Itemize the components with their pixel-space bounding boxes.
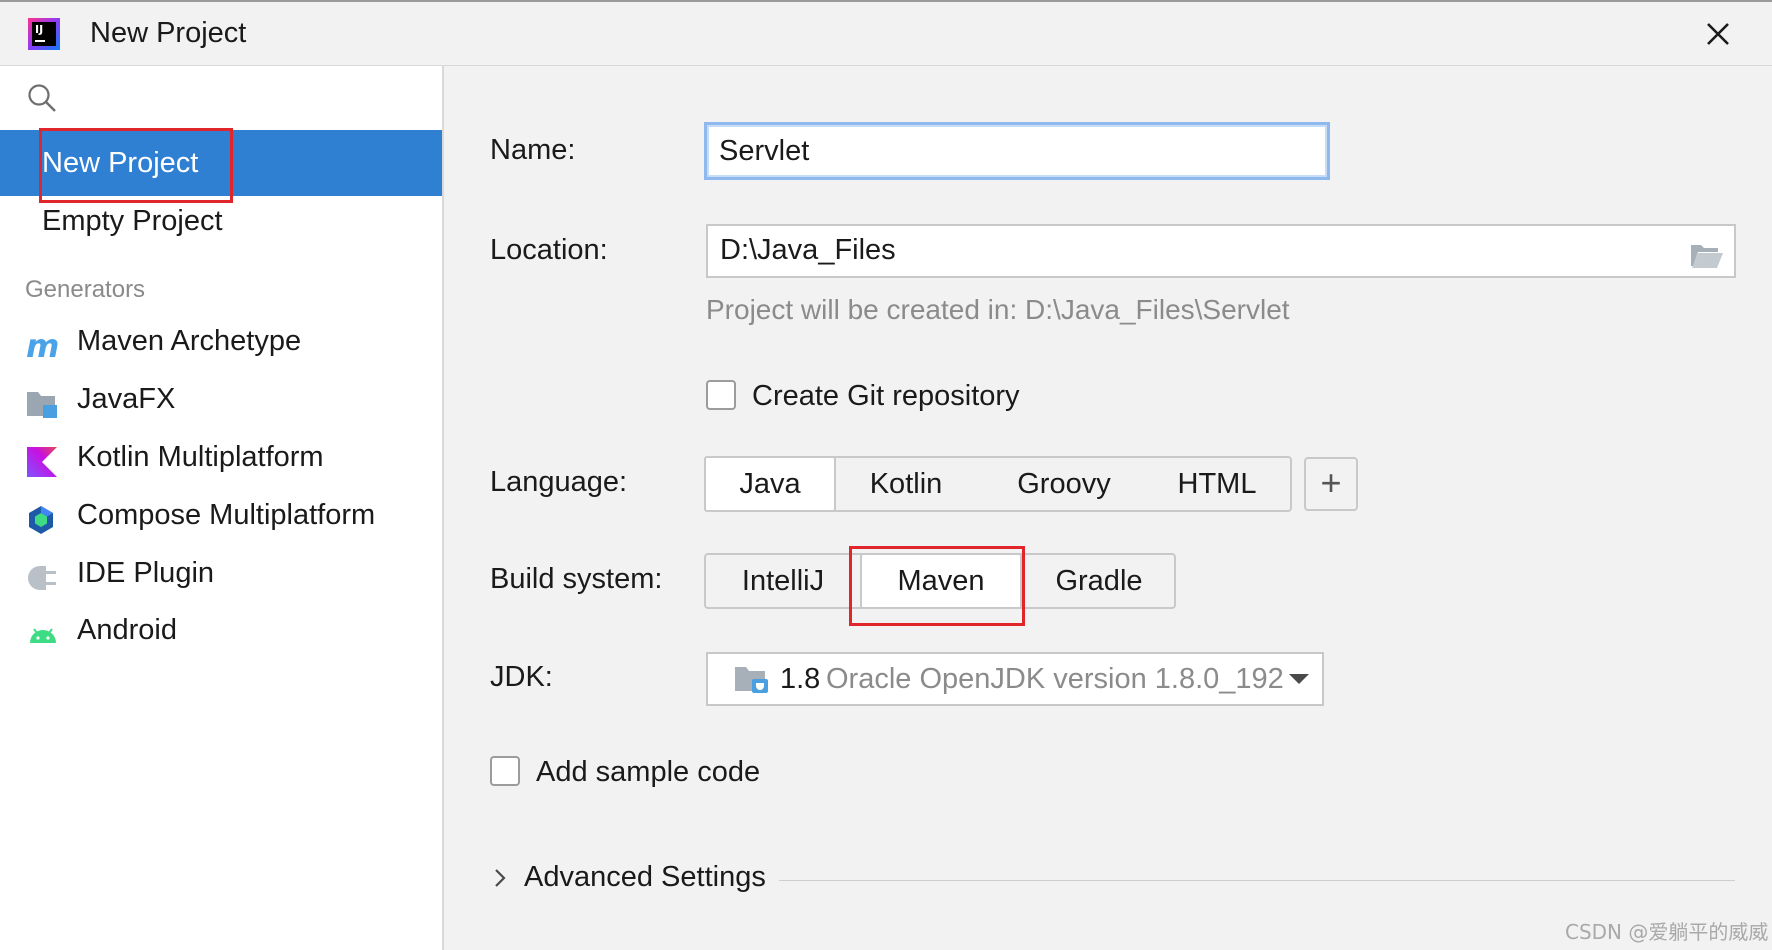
kotlin-icon xyxy=(26,441,60,477)
sidebar-item-compose-multiplatform[interactable]: Compose Multiplatform xyxy=(0,487,442,543)
chevron-right-icon[interactable] xyxy=(492,866,508,890)
name-label: Name: xyxy=(490,134,576,166)
main-panel: Name: Location: D:\Java_Files Project wi… xyxy=(444,66,1772,950)
advanced-settings-toggle[interactable]: Advanced Settings xyxy=(524,861,766,894)
close-icon[interactable] xyxy=(1700,16,1736,52)
add-sample-code-label[interactable]: Add sample code xyxy=(536,756,760,789)
create-git-label[interactable]: Create Git repository xyxy=(752,380,1020,413)
sidebar-item-ide-plugin[interactable]: IDE Plugin xyxy=(0,545,442,601)
language-option-java[interactable]: Java xyxy=(704,456,836,512)
svg-text:m: m xyxy=(26,330,59,362)
language-label: Language: xyxy=(490,466,628,498)
language-option-html[interactable]: HTML xyxy=(1142,458,1292,510)
search-icon[interactable] xyxy=(26,82,58,114)
language-option-groovy[interactable]: Groovy xyxy=(986,458,1142,510)
location-hint: Project will be created in: D:\Java_File… xyxy=(706,294,1290,325)
jdk-dropdown[interactable]: 1.8 Oracle OpenJDK version 1.8.0_192 xyxy=(706,652,1324,706)
jdk-name: Oracle OpenJDK version 1.8.0_192 xyxy=(826,663,1284,695)
sidebar-item-maven-archetype[interactable]: m Maven Archetype xyxy=(0,313,442,369)
sidebar-item-javafx[interactable]: JavaFX xyxy=(0,371,442,427)
android-icon xyxy=(26,614,60,646)
title-bar: IJ New Project xyxy=(0,0,1772,66)
maven-icon: m xyxy=(26,325,60,365)
window-title: New Project xyxy=(90,17,247,49)
location-field[interactable]: D:\Java_Files xyxy=(706,224,1736,278)
location-label: Location: xyxy=(490,234,608,266)
javafx-icon xyxy=(26,383,60,418)
name-field[interactable] xyxy=(704,122,1330,180)
chevron-down-icon xyxy=(1288,672,1310,686)
jdk-folder-icon xyxy=(734,664,770,694)
jdk-label: JDK: xyxy=(490,661,553,693)
sidebar-item-new-project[interactable]: New Project xyxy=(0,130,442,196)
sidebar-item-empty-project[interactable]: Empty Project xyxy=(0,188,442,254)
sidebar-item-kotlin-multiplatform[interactable]: Kotlin Multiplatform xyxy=(0,429,442,485)
build-system-selector: IntelliJ Maven Gradle xyxy=(704,553,1176,609)
generators-header: Generators xyxy=(25,276,146,303)
sidebar: New Project Empty Project Generators m M… xyxy=(0,66,444,950)
language-option-kotlin[interactable]: Kotlin xyxy=(836,458,976,510)
folder-browse-icon[interactable] xyxy=(1690,237,1724,268)
compose-icon xyxy=(26,499,60,534)
advanced-settings-divider xyxy=(779,880,1735,881)
create-git-checkbox[interactable] xyxy=(706,380,736,410)
location-value: D:\Java_Files xyxy=(720,234,896,266)
sidebar-item-android[interactable]: Android xyxy=(0,602,442,658)
add-language-button[interactable]: + xyxy=(1304,457,1358,511)
build-option-intellij[interactable]: IntelliJ xyxy=(706,555,860,607)
watermark: CSDN @爱躺平的威威 xyxy=(1565,920,1769,944)
language-selector: Java Kotlin Groovy HTML xyxy=(704,456,1292,512)
plugin-icon xyxy=(26,557,60,590)
jdk-version: 1.8 xyxy=(780,663,821,695)
build-system-label: Build system: xyxy=(490,563,663,595)
intellij-logo-icon: IJ xyxy=(28,18,60,50)
build-option-gradle[interactable]: Gradle xyxy=(1022,555,1176,607)
add-sample-code-checkbox[interactable] xyxy=(490,756,520,786)
build-option-maven[interactable]: Maven xyxy=(860,553,1022,609)
